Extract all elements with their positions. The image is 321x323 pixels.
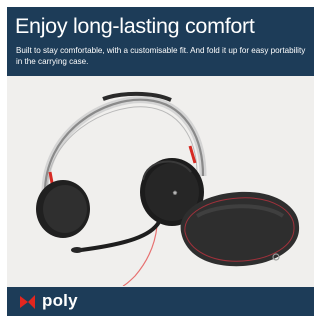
carrying-case (180, 191, 300, 267)
brand-name: poly (42, 291, 78, 310)
description: Built to stay comfortable, with a custom… (16, 46, 306, 66)
poly-propeller-logo-icon (20, 295, 35, 309)
product-card: Enjoy long-lasting comfort Built to stay… (7, 7, 314, 316)
product-image: ✺ (36, 91, 300, 286)
headline: Enjoy long-lasting comfort (15, 14, 255, 38)
ear-cup-emblem-icon: ✺ (172, 190, 177, 197)
headline-banner: Enjoy long-lasting comfort Built to stay… (7, 7, 314, 76)
brand-footer: poly (7, 287, 314, 316)
